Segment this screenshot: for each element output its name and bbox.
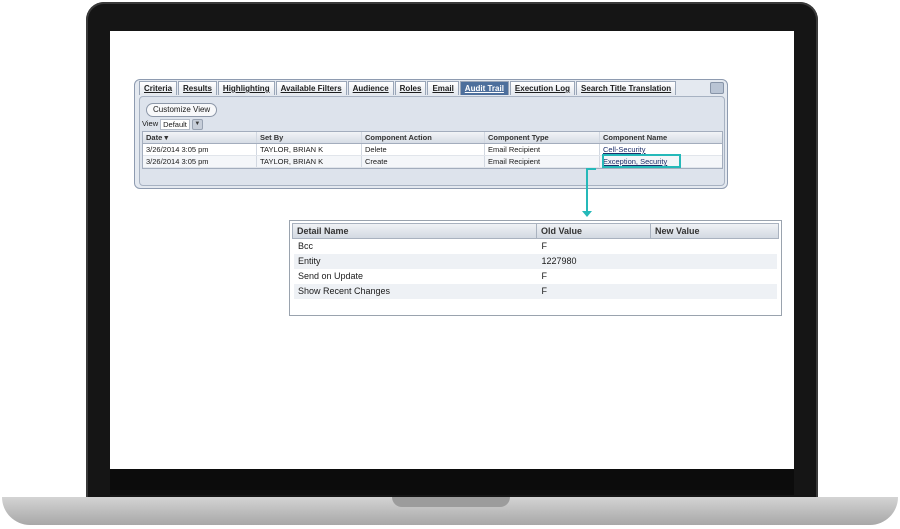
cell-new-value xyxy=(651,269,777,284)
laptop-chin xyxy=(110,469,794,495)
tab-criteria[interactable]: Criteria xyxy=(139,81,178,95)
cell-component-action: Create xyxy=(362,156,485,167)
audit-panel: Customize View View Default ▼ Date ▾ Set… xyxy=(139,96,725,186)
laptop-notch xyxy=(392,497,510,507)
column-header-date[interactable]: Date ▾ xyxy=(143,132,257,143)
cell-new-value xyxy=(651,284,777,299)
cell-old-value: F xyxy=(541,271,547,281)
view-label: View xyxy=(142,119,159,128)
column-header-old-value[interactable]: Old Value xyxy=(537,224,651,238)
cell-detail-name: Bcc xyxy=(298,241,314,251)
audit-trail-window: Criteria Results Highlighting Available … xyxy=(134,79,728,189)
detail-rows: Bcc F Entity 1227980 Send on Update F Sh… xyxy=(290,239,781,299)
cell-component-action: Delete xyxy=(362,144,485,155)
cell-date: 3/26/2014 3:05 pm xyxy=(143,156,257,167)
cell-component-type: Email Recipient xyxy=(485,156,600,167)
tab-available-filters[interactable]: Available Filters xyxy=(275,81,347,95)
table-row[interactable]: 3/26/2014 3:05 pm TAYLOR, BRIAN K Delete… xyxy=(143,144,722,156)
component-name-link[interactable]: Cell-Security xyxy=(603,145,646,154)
tab-execution-log[interactable]: Execution Log xyxy=(509,81,576,95)
tab-roles[interactable]: Roles xyxy=(394,81,427,95)
tab-audit-trail[interactable]: Audit Trail xyxy=(459,81,509,95)
component-name-link[interactable]: Exception, Security xyxy=(603,157,667,166)
table-row[interactable]: Show Recent Changes F xyxy=(294,284,777,299)
cell-old-value: F xyxy=(541,286,547,296)
audit-grid-header: Date ▾ Set By Component Action Component… xyxy=(143,132,722,144)
tab-audience[interactable]: Audience xyxy=(347,81,394,95)
cell-set-by: TAYLOR, BRIAN K xyxy=(257,156,362,167)
cell-old-value: 1227980 xyxy=(541,256,577,266)
column-header-component-action[interactable]: Component Action xyxy=(362,132,485,143)
cell-new-value xyxy=(651,254,777,269)
laptop-screen: Criteria Results Highlighting Available … xyxy=(110,31,794,469)
table-row[interactable]: Send on Update F xyxy=(294,269,777,284)
cell-set-by: TAYLOR, BRIAN K xyxy=(257,144,362,155)
column-header-new-value[interactable]: New Value xyxy=(651,224,777,238)
detail-panel: Detail Name Old Value New Value Bcc F En… xyxy=(289,220,782,316)
detail-grid-header: Detail Name Old Value New Value xyxy=(292,223,779,239)
audit-grid: Date ▾ Set By Component Action Component… xyxy=(142,131,723,169)
tab-email[interactable]: Email xyxy=(427,81,459,95)
cell-component-name: Exception, Security xyxy=(600,156,722,167)
cell-detail-name: Send on Update xyxy=(298,271,364,281)
customize-view-button[interactable]: Customize View xyxy=(146,103,218,117)
cell-new-value xyxy=(651,239,777,254)
expand-icon[interactable] xyxy=(710,82,724,94)
chevron-down-icon[interactable]: ▼ xyxy=(191,118,203,130)
cell-detail-name: Entity xyxy=(298,256,321,266)
cell-component-name: Cell-Security xyxy=(600,144,722,155)
column-header-component-name[interactable]: Component Name xyxy=(600,132,722,143)
cell-detail-name: Show Recent Changes xyxy=(298,286,391,296)
view-select[interactable]: Default xyxy=(160,118,190,130)
column-header-detail-name[interactable]: Detail Name xyxy=(293,224,537,238)
tab-highlighting[interactable]: Highlighting xyxy=(217,81,275,95)
cell-date: 3/26/2014 3:05 pm xyxy=(143,144,257,155)
cell-old-value: F xyxy=(541,241,547,251)
tab-bar: Criteria Results Highlighting Available … xyxy=(139,81,705,95)
callout-connector-line xyxy=(586,168,588,212)
table-row[interactable]: Entity 1227980 xyxy=(294,254,777,269)
tab-search-title-translation[interactable]: Search Title Translation xyxy=(576,81,677,95)
column-header-set-by[interactable]: Set By xyxy=(257,132,362,143)
arrow-down-icon xyxy=(582,211,592,217)
tab-results[interactable]: Results xyxy=(178,81,217,95)
column-header-component-type[interactable]: Component Type xyxy=(485,132,600,143)
cell-component-type: Email Recipient xyxy=(485,144,600,155)
view-selector-row: View Default ▼ xyxy=(142,118,203,130)
table-row[interactable]: 3/26/2014 3:05 pm TAYLOR, BRIAN K Create… xyxy=(143,156,722,168)
table-row[interactable]: Bcc F xyxy=(294,239,777,254)
